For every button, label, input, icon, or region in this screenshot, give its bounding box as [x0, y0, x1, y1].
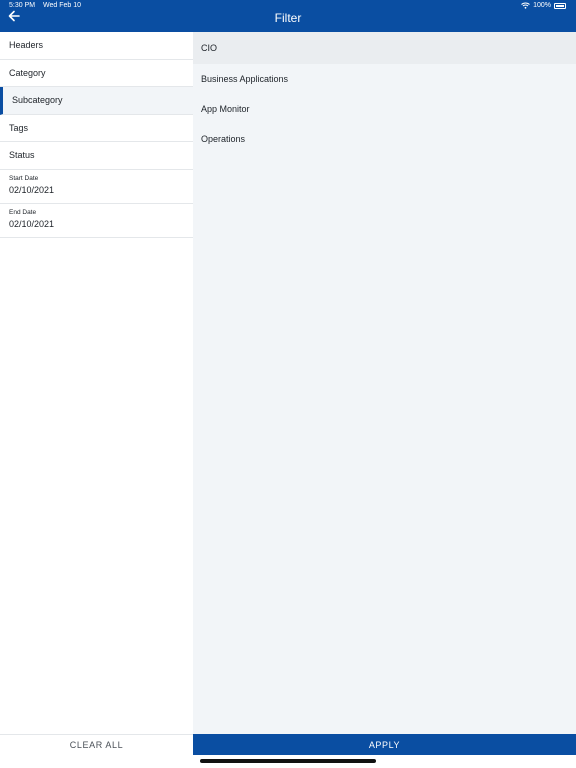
- option-label: CIO: [201, 43, 218, 53]
- status-date: Wed Feb 10: [43, 2, 82, 9]
- option-business-applications[interactable]: Business Applications: [193, 64, 576, 94]
- start-date-label: Start Date: [9, 174, 39, 182]
- end-date-label: End Date: [9, 208, 37, 216]
- home-indicator[interactable]: [200, 759, 376, 763]
- filter-item-label: Headers: [9, 40, 44, 51]
- filter-item-label: Subcategory: [12, 95, 63, 106]
- filter-item-label: Status: [9, 150, 35, 161]
- option-label: App Monitor: [201, 104, 250, 114]
- option-cio[interactable]: CIO: [193, 32, 576, 64]
- filter-item-label: Tags: [9, 122, 29, 133]
- option-operations[interactable]: Operations: [193, 124, 576, 154]
- apply-button[interactable]: APPLY: [193, 734, 576, 755]
- status-time: 5:30 PM: [9, 2, 36, 9]
- option-label: Operations: [201, 134, 246, 144]
- filter-options-panel: CIO Business Applications App Monitor Op…: [193, 32, 576, 734]
- status-indicators: 100%: [521, 2, 566, 9]
- filter-item-category[interactable]: Category: [0, 60, 193, 87]
- footer-actions: CLEAR ALL APPLY: [0, 734, 576, 768]
- filter-item-tags[interactable]: Tags: [0, 115, 193, 142]
- battery-percent: 100%: [533, 2, 551, 9]
- start-date-value: 02/10/2021: [9, 184, 55, 195]
- filter-item-label: Category: [9, 67, 46, 78]
- filter-item-status[interactable]: Status: [0, 142, 193, 170]
- filter-item-headers[interactable]: Headers: [0, 32, 193, 60]
- option-app-monitor[interactable]: App Monitor: [193, 94, 576, 124]
- end-date-value: 02/10/2021: [9, 218, 55, 229]
- battery-icon: [554, 2, 566, 9]
- top-bar: 5:30 PM Wed Feb 10 100% Filter: [0, 0, 576, 32]
- option-label: Business Applications: [201, 74, 289, 84]
- start-date-field[interactable]: Start Date 02/10/2021: [0, 170, 193, 204]
- page-title: Filter: [274, 11, 302, 25]
- filter-category-list: Headers Category Subcategory Tags Status…: [0, 32, 193, 734]
- end-date-field[interactable]: End Date 02/10/2021: [0, 204, 193, 238]
- wifi-icon: [521, 2, 530, 9]
- clear-all-button[interactable]: CLEAR ALL: [0, 734, 193, 755]
- filter-item-subcategory[interactable]: Subcategory: [0, 87, 193, 115]
